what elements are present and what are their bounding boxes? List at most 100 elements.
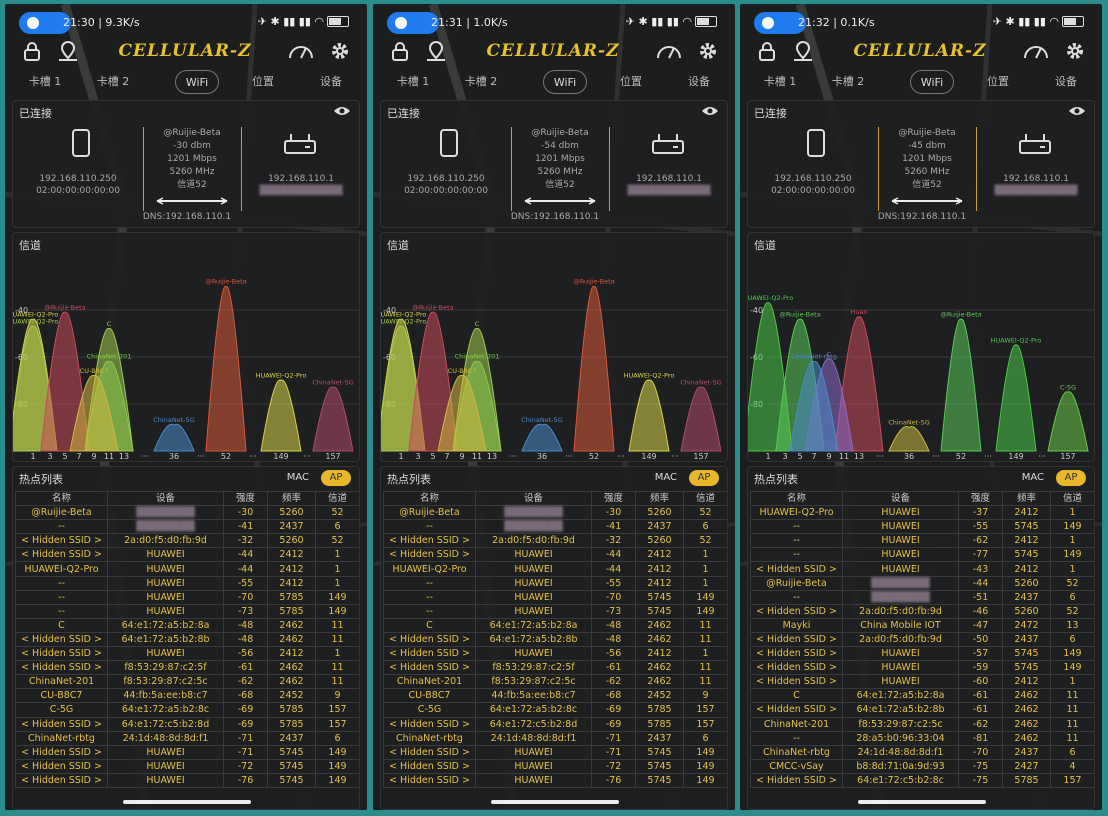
table-row[interactable]: < Hidden SSID > HUAWEI -71 5745 149	[383, 744, 727, 760]
lock-icon[interactable]	[21, 40, 43, 62]
table-row[interactable]: < Hidden SSID > HUAWEI -72 5745 149	[15, 758, 359, 774]
table-row[interactable]: < Hidden SSID >2a:d0:f5:d0:fb:9d -50 2437 6	[750, 631, 1094, 648]
eye-icon[interactable]	[333, 105, 351, 117]
tab-device[interactable]: 设备	[301, 70, 361, 94]
table-row[interactable]: < Hidden SSID > HUAWEI -56 2412 1	[383, 646, 727, 662]
map-pin-icon[interactable]	[57, 40, 79, 62]
table-row[interactable]: C-5G 64:e1:72:a5:b2:8c -69 5785 157	[383, 702, 727, 718]
table-row[interactable]: HUAWEI-Q2-Pro HUAWEI -37 2412 1	[750, 505, 1094, 521]
table-row[interactable]: < Hidden SSID > f8:53:29:87:c2:5f -61 2462 1…	[383, 660, 727, 676]
table-row[interactable]: @Ruijie-Beta ████████ -30 5260 52	[383, 505, 727, 521]
table-row[interactable]: @Ruijie-Beta ████████ -30 5260 52	[15, 505, 359, 521]
tab-slot1[interactable]: 卡槽 1	[750, 70, 810, 94]
table-row[interactable]: < Hidden SSID > HUAWEI -76 5745 149	[15, 772, 359, 788]
table-row[interactable]: C 64:e1:72:a5:b2:8a -48 2462 11	[383, 617, 727, 633]
gear-icon[interactable]	[697, 40, 719, 62]
tab-device[interactable]: 设备	[1036, 70, 1096, 94]
home-indicator[interactable]	[123, 800, 251, 804]
table-row[interactable]: < Hidden SSID >64:e1:72:a5:b2:8b -48 2462 1…	[383, 631, 727, 648]
table-row[interactable]: HUAWEI-Q2-Pro HUAWEI -44 2412 1	[383, 561, 727, 577]
table-row[interactable]: < Hidden SSID >2a:d0:f5:d0:fb:9d -32 5260 5…	[15, 533, 359, 549]
map-pin-icon[interactable]	[425, 40, 447, 62]
table-row[interactable]: HUAWEI-Q2-Pro HUAWEI -44 2412 1	[15, 561, 359, 577]
table-row[interactable]: < Hidden SSID > HUAWEI -43 2412 1	[750, 561, 1094, 577]
table-row[interactable]: CU-B8C7 44:fb:5a:ee:b8:c7 -68 2452 9	[383, 688, 727, 704]
table-row[interactable]: C 64:e1:72:a5:b2:8a -61 2462 11	[750, 688, 1094, 704]
tab-slot2[interactable]: 卡槽 2	[818, 70, 878, 94]
tab-slot2[interactable]: 卡槽 2	[451, 70, 511, 94]
table-row[interactable]: < Hidden SSID > HUAWEI -60 2412 1	[750, 674, 1094, 690]
table-row[interactable]: ChinaNet-201 f8:53:29:87:c2:5c -62 2462 11	[750, 716, 1094, 732]
table-row[interactable]: < Hidden SSID > HUAWEI -71 5745 149	[15, 744, 359, 760]
table-row[interactable]: < Hidden SSID > HUAWEI -56 2412 1	[15, 646, 359, 662]
table-row[interactable]: ChinaNet-rbtg 24:1d:48:8d:8d:f1 -70 2437 6	[750, 744, 1094, 760]
table-row[interactable]: < Hidden SSID > HUAWEI -76 5745 149	[383, 772, 727, 788]
tab-wifi[interactable]: WiFi	[175, 70, 219, 94]
table-row[interactable]: < Hidden SSID >2a:d0:f5:d0:fb:9d -32 5260 5…	[383, 533, 727, 549]
table-row[interactable]: -- HUAWEI -73 5785 149	[15, 603, 359, 619]
tab-slot2[interactable]: 卡槽 2	[83, 70, 143, 94]
table-row[interactable]: < Hidden SSID > HUAWEI -72 5745 149	[383, 758, 727, 774]
home-indicator[interactable]	[858, 800, 986, 804]
table-row[interactable]: -- HUAWEI -70 5785 149	[15, 589, 359, 605]
table-row[interactable]: ChinaNet-201 f8:53:29:87:c2:5c -62 2462 11	[15, 674, 359, 690]
table-row[interactable]: -- HUAWEI -77 5745 149	[750, 547, 1094, 563]
table-row[interactable]: CMCC-vSay b8:8d:71:0a:9d:93 -75 2427 4	[750, 758, 1094, 774]
map-pin-icon[interactable]	[792, 40, 814, 62]
table-row[interactable]: ChinaNet-rbtg 24:1d:48:8d:8d:f1 -71 2437 6	[383, 730, 727, 746]
table-row[interactable]: -- HUAWEI -73 5745 149	[383, 603, 727, 619]
table-row[interactable]: < Hidden SSID >64:e1:72:c5:b2:8d -69 5785 1…	[15, 716, 359, 732]
tab-location[interactable]: 位置	[233, 70, 293, 94]
lock-icon[interactable]	[756, 40, 778, 62]
table-row[interactable]: < Hidden SSID > HUAWEI -59 5745 149	[750, 660, 1094, 676]
table-row[interactable]: < Hidden SSID > f8:53:29:87:c2:5f -61 2462 1…	[15, 660, 359, 676]
table-row[interactable]: < Hidden SSID >64:e1:72:a5:b2:8b -61 2462 1…	[750, 702, 1094, 718]
ap-toggle[interactable]: AP	[321, 470, 351, 486]
mac-toggle[interactable]: MAC	[287, 472, 309, 483]
table-row[interactable]: Mayki China Mobile IOT -47 2472 13	[750, 617, 1094, 633]
home-indicator[interactable]	[491, 800, 619, 804]
table-row[interactable]: C 64:e1:72:a5:b2:8a -48 2462 11	[15, 617, 359, 633]
table-row[interactable]: < Hidden SSID >64:e1:72:c5:b2:8d -69 5785 1…	[383, 716, 727, 732]
tab-location[interactable]: 位置	[601, 70, 661, 94]
table-row[interactable]: < Hidden SSID > HUAWEI -44 2412 1	[383, 547, 727, 563]
table-row[interactable]: -- ████████ -41 2437 6	[383, 519, 727, 535]
mac-toggle[interactable]: MAC	[1022, 472, 1044, 483]
table-row[interactable]: C-5G 64:e1:72:a5:b2:8c -69 5785 157	[15, 702, 359, 718]
table-row[interactable]: < Hidden SSID >64:e1:72:c5:b2:8c -75 5785 1…	[750, 772, 1094, 788]
table-row[interactable]: -- HUAWEI -55 2412 1	[383, 575, 727, 591]
table-row[interactable]: -- ████████ -41 2437 6	[15, 519, 359, 535]
tab-location[interactable]: 位置	[968, 70, 1028, 94]
cell-name: < Hidden SSID >	[383, 646, 476, 662]
tab-slot1[interactable]: 卡槽 1	[383, 70, 443, 94]
ap-toggle[interactable]: AP	[1056, 470, 1086, 486]
eye-icon[interactable]	[1068, 105, 1086, 117]
table-row[interactable]: -- ████████ -51 2437 6	[750, 589, 1094, 605]
table-row[interactable]: ChinaNet-rbtg 24:1d:48:8d:8d:f1 -71 2437 6	[15, 730, 359, 746]
table-row[interactable]: < Hidden SSID > HUAWEI -57 5745 149	[750, 646, 1094, 662]
tab-wifi[interactable]: WiFi	[910, 70, 954, 94]
table-row[interactable]: CU-B8C7 44:fb:5a:ee:b8:c7 -68 2452 9	[15, 688, 359, 704]
table-row[interactable]: < Hidden SSID >2a:d0:f5:d0:fb:9d -46 5260 5…	[750, 603, 1094, 619]
table-row[interactable]: -- 28:a5:b0:96:33:04 -81 2462 11	[750, 730, 1094, 746]
gear-icon[interactable]	[329, 40, 351, 62]
ap-toggle[interactable]: AP	[689, 470, 719, 486]
table-row[interactable]: -- HUAWEI -70 5745 149	[383, 589, 727, 605]
speedometer-icon[interactable]	[287, 40, 315, 62]
speedometer-icon[interactable]	[655, 40, 683, 62]
gear-icon[interactable]	[1064, 40, 1086, 62]
tab-slot1[interactable]: 卡槽 1	[15, 70, 75, 94]
mac-toggle[interactable]: MAC	[655, 472, 677, 483]
table-row[interactable]: < Hidden SSID >64:e1:72:a5:b2:8b -48 2462 1…	[15, 631, 359, 648]
speedometer-icon[interactable]	[1022, 40, 1050, 62]
tab-device[interactable]: 设备	[669, 70, 729, 94]
tab-wifi[interactable]: WiFi	[543, 70, 587, 94]
table-row[interactable]: -- HUAWEI -55 5745 149	[750, 519, 1094, 535]
table-row[interactable]: ChinaNet-201 f8:53:29:87:c2:5c -62 2462 11	[383, 674, 727, 690]
table-row[interactable]: -- HUAWEI -62 2412 1	[750, 533, 1094, 549]
lock-icon[interactable]	[389, 40, 411, 62]
table-row[interactable]: -- HUAWEI -55 2412 1	[15, 575, 359, 591]
table-row[interactable]: < Hidden SSID > HUAWEI -44 2412 1	[15, 547, 359, 563]
table-row[interactable]: @Ruijie-Beta ████████ -44 5260 52	[750, 575, 1094, 591]
eye-icon[interactable]	[701, 105, 719, 117]
